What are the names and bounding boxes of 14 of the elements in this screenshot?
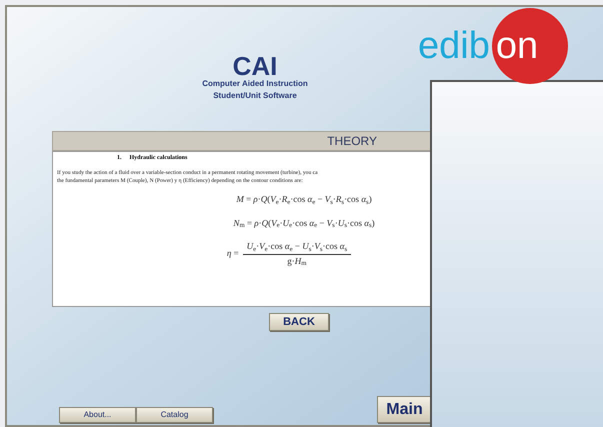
formula: N$_{m}$ = ρ·Q(V$_{e}$·U$_{e}$·cos α$_{e}$ − V$_{s}$·U$_{s}$·cos α$_{s}$) [233,216,375,230]
formula-label: η = [226,247,239,260]
back-button[interactable]: BACK [269,313,329,331]
formula: M = ρ·Q(V$_{e}$·R$_{e}$·cos α$_{e}$ − V$_{s}$·R$_{s}$·cos α$_{s}$) [236,193,372,206]
app-title: CAI [232,53,278,79]
app-subtitle: Student/Unit Software [213,91,297,101]
fraction-denominator: g·H$_{m}$ [287,254,307,268]
nav-button[interactable]: About... [59,407,136,423]
nav-button[interactable]: Catalog [136,407,213,423]
logo-text: edib [418,27,490,65]
app-subtitle: Computer Aided Instruction [202,79,308,89]
fraction-numerator: U$_{e}$·V$_{e}$·cos α$_{e}$ − U$_{s}$·V$_{s}$·cos α$_{s}$ [242,240,352,254]
panel-title: THEORY [327,133,377,150]
main-button[interactable]: Main [377,396,432,423]
